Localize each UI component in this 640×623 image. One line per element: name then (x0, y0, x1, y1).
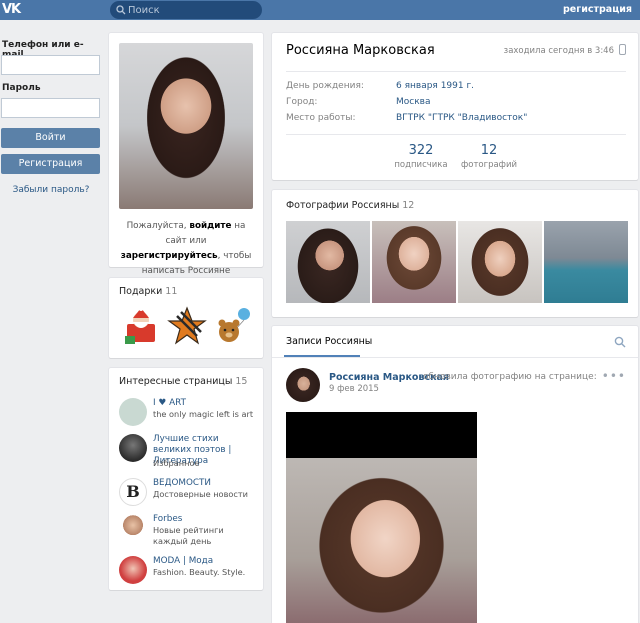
page-item-forbes[interactable]: Forbes Новые рейтинги каждый день (119, 514, 259, 550)
page-name[interactable]: MODA | Мода (153, 556, 257, 567)
post-date[interactable]: 9 фев 2015 (329, 384, 379, 394)
mobile-icon (619, 44, 626, 55)
login-prompt-link[interactable]: войдите (189, 221, 231, 231)
page-desc: Fashion. Beauty. Style. (153, 567, 246, 577)
photo-thumb[interactable] (286, 221, 370, 303)
birthday-value[interactable]: 6 января 1991 г. (396, 81, 474, 91)
register-prompt-link[interactable]: зарегистрируйтесь (121, 251, 218, 261)
page-item-moda[interactable]: MODA | Мода Fashion. Beauty. Style. (119, 556, 259, 592)
photos-count: 12 (402, 200, 415, 211)
photos-title[interactable]: Фотографии Россияны 12 (286, 200, 414, 211)
bear-balloon-gift-icon[interactable] (213, 306, 253, 346)
post-photo-image (286, 458, 477, 623)
forgot-password-link[interactable]: Забыли пароль? (0, 185, 102, 195)
avatar-panel: Пожалуйста, войдите на сайт или зарегист… (109, 33, 263, 291)
login-button[interactable]: Войти (1, 128, 100, 148)
password-label: Пароль (2, 83, 41, 93)
photo-thumb[interactable] (458, 221, 542, 303)
wall-panel: Записи Россияны Россияна Марковская обно… (272, 326, 638, 623)
divider (272, 357, 638, 358)
vedomosti-logo-icon: B (119, 478, 147, 506)
page-desc: Избранное (153, 458, 200, 468)
pages-count: 15 (235, 376, 248, 387)
santa-gift-icon[interactable] (121, 306, 161, 346)
divider (286, 134, 626, 135)
more-options-icon[interactable]: ••• (602, 370, 626, 382)
page-item-art[interactable]: I ♥ ART the only magic left is art (119, 398, 259, 434)
divider (286, 71, 626, 72)
page-desc: the only magic left is art (153, 409, 254, 419)
search-input[interactable] (128, 1, 258, 19)
search-icon[interactable] (614, 336, 626, 348)
search-box[interactable] (110, 1, 262, 19)
phone-input[interactable] (1, 55, 100, 75)
post-action-text: обновила фотографию на странице: (423, 372, 597, 382)
page-item-vedomosti[interactable]: B ВЕДОМОСТИ Достоверные новости (119, 478, 259, 514)
photo-thumb[interactable] (544, 221, 628, 303)
header-register-link[interactable]: регистрация (563, 4, 632, 15)
photos-panel: Фотографии Россияны 12 (272, 190, 638, 317)
page-item-poems[interactable]: Лучшие стихи великих поэтов | Литература… (119, 434, 259, 474)
tab-wall-posts[interactable]: Записи Россияны (286, 336, 372, 347)
profile-photo[interactable] (119, 43, 253, 209)
gifts-title[interactable]: Подарки 11 (119, 286, 177, 297)
profile-info-panel: Россияна Марковская заходила сегодня в 3… (272, 33, 638, 180)
photo-letterbox (286, 412, 477, 458)
page-name[interactable]: ВЕДОМОСТИ (153, 478, 257, 489)
interesting-pages-panel: Интересные страницы 15 I ♥ ART the only m… (109, 368, 263, 590)
work-label: Место работы: (286, 113, 356, 123)
gifts-count: 11 (165, 286, 178, 297)
birthday-label: День рождения: (286, 81, 364, 91)
city-label: Город: (286, 97, 318, 107)
post-photo[interactable] (286, 412, 477, 623)
page-desc: Новые рейтинги каждый день (153, 525, 224, 546)
city-value[interactable]: Москва (396, 97, 430, 107)
page-avatar (119, 556, 147, 584)
pages-title[interactable]: Интересные страницы 15 (119, 376, 247, 387)
post-author-avatar[interactable] (286, 368, 320, 402)
page-avatar (119, 398, 147, 426)
profile-name: Россияна Марковская (286, 43, 435, 58)
online-status: заходила сегодня в 3:46 (503, 46, 614, 56)
search-icon (116, 5, 126, 15)
page-desc: Достоверные новости (153, 489, 248, 499)
register-button[interactable]: Регистрация (1, 154, 100, 174)
password-input[interactable] (1, 98, 100, 118)
gifts-panel: Подарки 11 (109, 278, 263, 358)
page-name[interactable]: Forbes (153, 514, 257, 525)
photo-thumb[interactable] (372, 221, 456, 303)
page-name[interactable]: I ♥ ART (153, 398, 257, 409)
ribbon-star-gift-icon[interactable] (167, 306, 207, 346)
work-value[interactable]: ВГТРК "ГТРК "Владивосток" (396, 113, 527, 123)
photos-counter[interactable]: 12 фотографий (444, 143, 534, 171)
vk-logo[interactable]: VK (2, 2, 24, 18)
top-header: VK регистрация (0, 0, 640, 20)
page-avatar (119, 514, 147, 542)
page-avatar (119, 434, 147, 462)
